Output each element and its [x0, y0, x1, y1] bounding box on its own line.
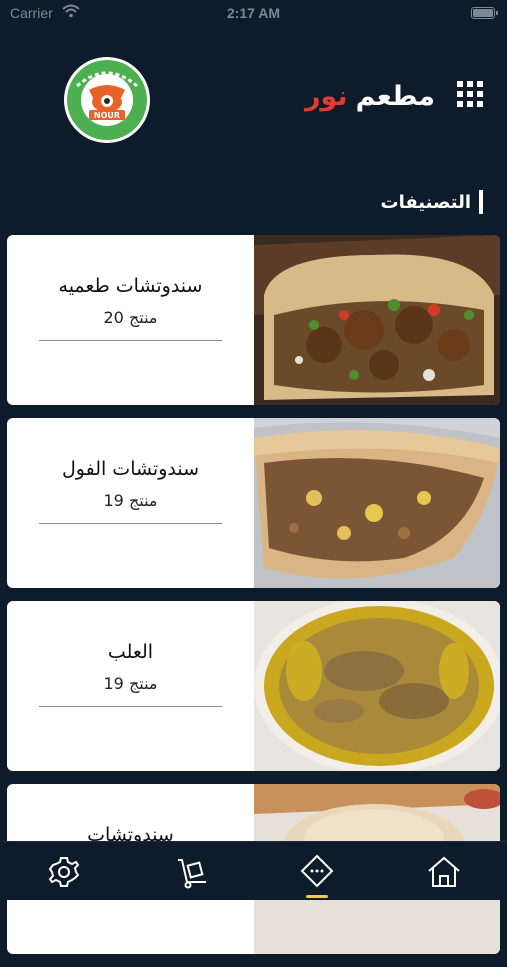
category-name: سندوتشات طعميه [58, 275, 203, 297]
delivery-cart-icon [178, 859, 206, 889]
restaurant-title: مطعم نور [305, 76, 435, 116]
category-count: 20 منتج [103, 308, 158, 327]
status-bar: Carrier 2:17 AM [0, 0, 507, 28]
category-name: سندوتشات الفول [61, 458, 200, 480]
nav-orders[interactable] [172, 852, 212, 892]
home-icon [428, 856, 460, 887]
category-count: 19 منتج [103, 674, 158, 693]
title-word-2: نور [304, 80, 348, 112]
category-card-falafel[interactable]: سندوتشات طعميه 20 منتج [7, 235, 500, 405]
divider [39, 706, 222, 707]
category-info: العلب 19 منتج [7, 601, 254, 771]
bottom-nav [0, 841, 507, 900]
active-tab-indicator [306, 895, 328, 898]
title-word-1: مطعم [355, 80, 435, 112]
menu-tag-icon [300, 854, 334, 888]
divider [39, 340, 222, 341]
battery-icon [471, 7, 498, 19]
section-heading: التصنيفات [380, 190, 483, 214]
gear-icon [48, 857, 80, 887]
status-time: 2:17 AM [226, 5, 281, 21]
category-info: سندوتشات طعميه 20 منتج [7, 235, 254, 405]
nav-settings[interactable] [44, 852, 84, 892]
falafel-sandwich-image [254, 235, 500, 405]
grid-menu-icon[interactable] [457, 81, 483, 107]
foul-bowl-image [254, 601, 500, 771]
category-card-boxes[interactable]: العلب 19 منتج [7, 601, 500, 771]
section-title: التصنيفات [380, 191, 471, 213]
category-count: 19 منتج [103, 491, 158, 510]
category-info: سندوتشات الفول 19 منتج [7, 418, 254, 588]
nav-menu[interactable] [297, 852, 337, 898]
divider [39, 523, 222, 524]
section-accent-bar [479, 190, 483, 214]
foul-sandwich-image [254, 418, 500, 588]
category-card-foul[interactable]: سندوتشات الفول 19 منتج [7, 418, 500, 588]
logo-text: NOUR [94, 111, 120, 120]
nav-home[interactable] [424, 852, 464, 892]
category-name: العلب [107, 641, 154, 663]
restaurant-logo: NOUR [64, 57, 150, 143]
